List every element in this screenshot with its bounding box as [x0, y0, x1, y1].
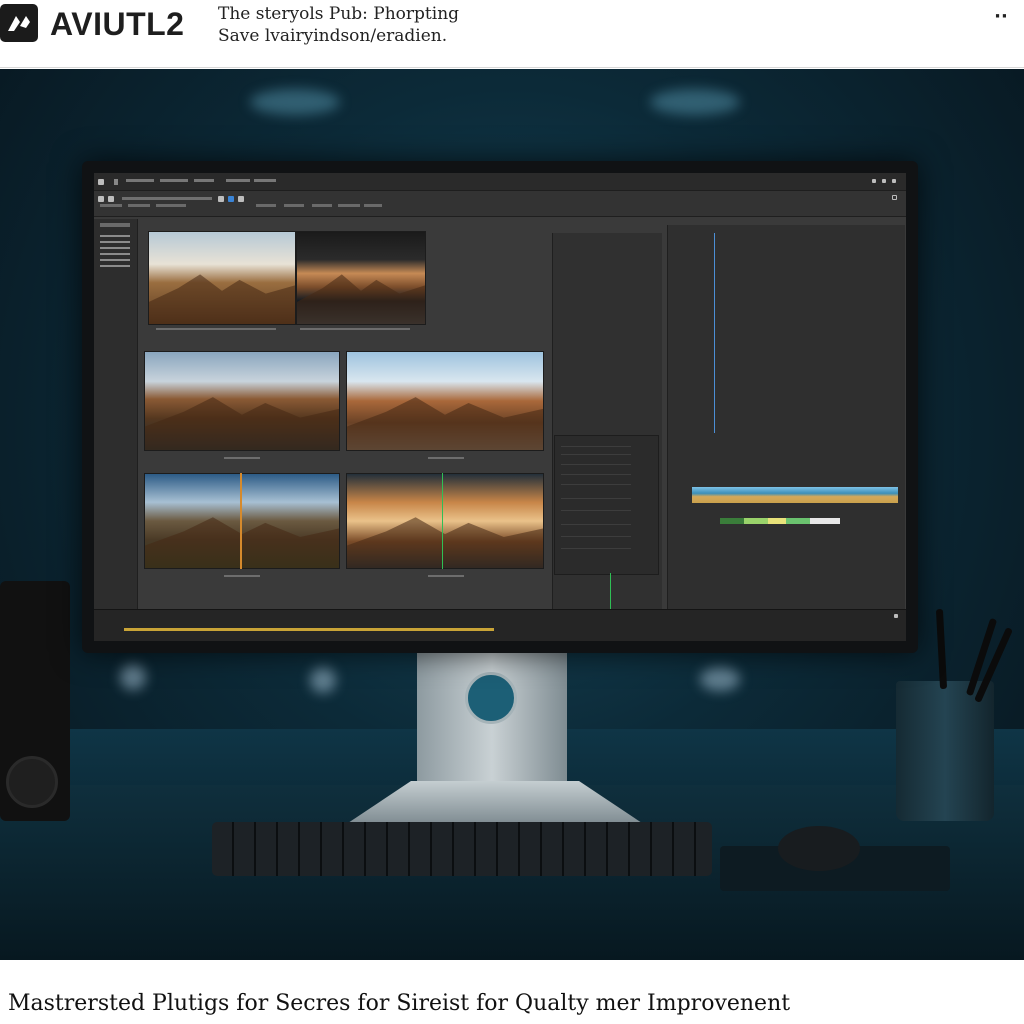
- toolbar-tab[interactable]: [256, 204, 276, 207]
- menu-item[interactable]: [194, 179, 214, 182]
- ellipsis-icon: ··: [994, 6, 1008, 27]
- toolbar-button[interactable]: [108, 196, 114, 202]
- marker-line: [442, 473, 443, 569]
- marker-line: [610, 573, 611, 609]
- audio-waveform: [692, 487, 898, 503]
- toolbar-button[interactable]: [98, 196, 104, 202]
- browser-item[interactable]: [100, 247, 130, 249]
- aviutl-logo-icon: [0, 4, 38, 42]
- thumbnail-caption: [224, 457, 260, 459]
- browser-item[interactable]: [100, 253, 130, 255]
- menu-item[interactable]: [160, 179, 188, 182]
- toolbar-tab[interactable]: [122, 197, 212, 200]
- properties-panel: [554, 435, 659, 575]
- browser-item[interactable]: [100, 259, 130, 261]
- toolbar-tab[interactable]: [128, 204, 150, 207]
- logo-glyph-icon: [8, 16, 30, 31]
- property-row[interactable]: [561, 506, 631, 511]
- toolbar: [94, 191, 906, 217]
- thumbnail-caption: [428, 575, 464, 577]
- pen: [935, 608, 948, 690]
- toolbar-tab[interactable]: [338, 204, 360, 207]
- menu-item[interactable]: [226, 179, 250, 182]
- media-thumbnail[interactable]: [148, 231, 296, 325]
- page-header: AVIUTL2 The steryols Pub: Phorpting Save…: [0, 0, 1024, 68]
- browser-item[interactable]: [100, 265, 130, 267]
- browser-header: [100, 223, 130, 227]
- property-row[interactable]: [561, 470, 631, 475]
- close-icon[interactable]: [892, 179, 896, 183]
- browser-item[interactable]: [100, 235, 130, 237]
- app-icon: [98, 179, 104, 185]
- media-thumbnail[interactable]: [144, 473, 340, 569]
- toolbar-button[interactable]: [238, 196, 244, 202]
- media-thumbnail[interactable]: [296, 231, 426, 325]
- bokeh-light: [310, 667, 336, 693]
- speaker-knob: [6, 756, 58, 808]
- toolbar-button[interactable]: [218, 196, 224, 202]
- toolbar-button[interactable]: [228, 196, 234, 202]
- thumbnail-caption: [300, 328, 410, 330]
- more-options-button[interactable]: ··: [986, 6, 1016, 30]
- bokeh-light: [120, 664, 146, 690]
- toolbar-tab[interactable]: [312, 204, 332, 207]
- bokeh-light: [700, 667, 740, 691]
- page-footer: Mastrersted Plutigs for Secres for Sirei…: [0, 960, 1024, 1024]
- thumbnail-image: [149, 274, 295, 324]
- thumbnail-caption: [224, 575, 260, 577]
- menu-item[interactable]: [254, 179, 276, 182]
- bokeh-light: [650, 89, 740, 115]
- browser-item[interactable]: [100, 241, 130, 243]
- monitor: [82, 161, 918, 653]
- property-row[interactable]: [561, 494, 631, 499]
- property-row[interactable]: [561, 480, 631, 485]
- header-line-2: Save lvairyindson/eradien.: [218, 26, 448, 46]
- timeline-close-icon[interactable]: [894, 614, 898, 618]
- keyboard: [212, 822, 712, 876]
- header-line-1: The steryols Pub: Phorpting: [218, 4, 460, 24]
- stand-cable-hole: [465, 672, 517, 724]
- property-row[interactable]: [561, 442, 631, 447]
- thumbnail-caption: [428, 457, 464, 459]
- app-name: AVIUTL2: [50, 6, 185, 42]
- thumbnail-image: [145, 517, 339, 568]
- timeline: [94, 609, 906, 641]
- media-thumbnail[interactable]: [346, 473, 544, 569]
- bokeh-light: [250, 89, 340, 115]
- media-thumbnail[interactable]: [346, 351, 544, 451]
- effects-panel: [667, 225, 905, 609]
- property-row[interactable]: [561, 532, 631, 537]
- toolbar-tab[interactable]: [364, 204, 382, 207]
- timeline-track[interactable]: [124, 628, 494, 631]
- minimize-icon[interactable]: [872, 179, 876, 183]
- menu-item[interactable]: [114, 179, 118, 185]
- menu-item[interactable]: [126, 179, 154, 182]
- speaker-device: [0, 581, 70, 821]
- mouse: [778, 826, 860, 871]
- playhead[interactable]: [714, 233, 715, 433]
- media-thumbnail[interactable]: [144, 351, 340, 451]
- aviutl-editor-screen: [94, 173, 906, 641]
- maximize-icon[interactable]: [882, 179, 886, 183]
- thumbnail-caption: [156, 328, 276, 330]
- property-row[interactable]: [561, 460, 631, 465]
- property-row[interactable]: [561, 544, 631, 549]
- article-title[interactable]: Mastrersted Plutigs for Secres for Sirei…: [8, 991, 790, 1016]
- panel-close-icon[interactable]: [892, 195, 897, 200]
- menu-bar: [94, 173, 906, 191]
- marker-line: [240, 473, 242, 569]
- property-row[interactable]: [561, 520, 631, 525]
- toolbar-tab[interactable]: [100, 204, 122, 207]
- toolbar-tab[interactable]: [156, 204, 186, 207]
- thumbnail-image: [347, 397, 543, 450]
- thumbnail-image: [297, 274, 425, 324]
- hero-photo: [0, 69, 1024, 960]
- thumbnail-image: [145, 397, 339, 450]
- thumbnail-image: [347, 517, 543, 568]
- file-browser-panel: [94, 219, 138, 609]
- clip-strip[interactable]: [720, 518, 840, 524]
- property-row[interactable]: [561, 450, 631, 455]
- toolbar-tab[interactable]: [284, 204, 304, 207]
